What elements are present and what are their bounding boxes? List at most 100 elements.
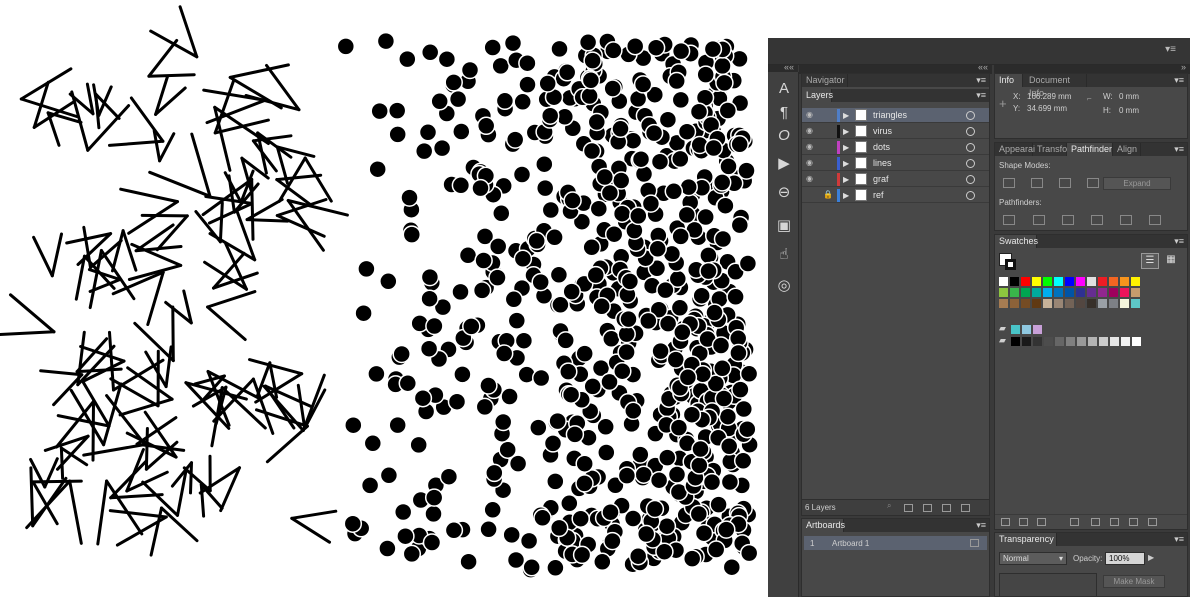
swatch[interactable] [1087, 288, 1096, 297]
grid-view-icon[interactable]: ▦ [1163, 253, 1179, 267]
links-icon[interactable]: ⊖ [773, 182, 795, 204]
swatch-kind-icon[interactable] [1019, 518, 1028, 526]
swatch[interactable] [1087, 299, 1096, 308]
swatch[interactable] [1021, 277, 1030, 286]
swatch[interactable] [1088, 337, 1097, 346]
swatch[interactable] [1010, 277, 1019, 286]
folder-icon[interactable]: ▰ [999, 335, 1006, 346]
swatch[interactable] [1022, 325, 1031, 334]
tab-artboards[interactable]: Artboards [802, 519, 844, 532]
expand-arrow-icon[interactable]: ▶ [843, 109, 849, 122]
swatch[interactable] [1021, 288, 1030, 297]
swatch[interactable] [1098, 277, 1107, 286]
lock-icon[interactable] [823, 110, 832, 119]
layer-row[interactable]: ◉▶graf [802, 172, 989, 187]
eye-icon[interactable]: ◉ [806, 158, 816, 167]
layer-row[interactable]: ◉▶dots [802, 140, 989, 155]
expand-arrow-icon[interactable]: ▶ [843, 125, 849, 138]
artboard-options-icon[interactable] [970, 539, 979, 547]
hand-pointer-icon[interactable]: ☝ [773, 244, 795, 266]
panel-menu-icon[interactable]: ▾≡ [1165, 44, 1176, 55]
trash-icon[interactable] [961, 504, 970, 512]
swatch[interactable] [1131, 299, 1140, 308]
opacity-input[interactable]: 100% [1105, 552, 1145, 565]
opacity-arrow-icon[interactable]: ▶ [1148, 553, 1154, 562]
character-icon[interactable]: A [773, 78, 795, 100]
swatch[interactable] [1055, 337, 1064, 346]
swatch[interactable] [1099, 337, 1108, 346]
eye-icon[interactable]: ◉ [806, 110, 816, 119]
expand-arrow-icon[interactable]: ▶ [843, 173, 849, 186]
lock-icon[interactable] [823, 174, 832, 183]
layer-name[interactable]: virus [873, 124, 892, 139]
swatch[interactable] [1120, 299, 1129, 308]
intersect-icon[interactable] [1059, 178, 1071, 188]
swatch[interactable] [1054, 299, 1063, 308]
stroke-swatch[interactable] [1005, 259, 1016, 270]
layer-row[interactable]: ◉▶lines [802, 156, 989, 171]
play-icon[interactable]: ▶ [773, 153, 795, 175]
swatch[interactable] [1076, 288, 1085, 297]
swatch[interactable] [1098, 299, 1107, 308]
merge-icon[interactable] [1062, 215, 1074, 225]
panel-menu-icon[interactable]: ▾≡ [976, 519, 986, 532]
swatch[interactable] [1054, 288, 1063, 297]
new-color-group-icon[interactable] [1110, 518, 1119, 526]
swatch[interactable] [1033, 337, 1042, 346]
swatch[interactable] [1110, 337, 1119, 346]
layer-row[interactable]: ◉▶virus [802, 124, 989, 139]
opentype-icon[interactable]: O [773, 125, 795, 147]
tab-transform[interactable]: Transfor [1033, 143, 1067, 156]
swatch[interactable] [1032, 277, 1041, 286]
artboard-tool-icon[interactable]: ▣ [773, 215, 795, 237]
lock-icon[interactable] [823, 126, 832, 135]
tab-appearance[interactable]: Appearai [995, 143, 1033, 156]
trim-icon[interactable] [1033, 215, 1045, 225]
paragraph-icon[interactable]: ¶ [773, 102, 795, 124]
tab-info[interactable]: Info [995, 74, 1023, 87]
color-group-icon[interactable] [1091, 518, 1100, 526]
minus-front-icon[interactable] [1031, 178, 1043, 188]
swatch[interactable] [1066, 337, 1075, 346]
swatch[interactable] [1032, 288, 1041, 297]
tab-align[interactable]: Align [1113, 143, 1141, 156]
layer-name[interactable]: lines [873, 156, 892, 171]
layer-name[interactable]: graf [873, 172, 889, 187]
layer-name[interactable]: triangles [873, 108, 907, 123]
exclude-icon[interactable] [1087, 178, 1099, 188]
tab-document-info[interactable]: Document Info [1025, 74, 1087, 87]
panel-menu-icon[interactable]: ▾≡ [1174, 143, 1184, 156]
target-icon[interactable] [966, 127, 975, 136]
swatch[interactable] [1131, 288, 1140, 297]
unite-icon[interactable] [1003, 178, 1015, 188]
swatch[interactable] [1033, 325, 1042, 334]
swatch[interactable] [999, 288, 1008, 297]
swatch[interactable] [1065, 277, 1074, 286]
swatch[interactable] [1120, 288, 1129, 297]
artboard-row[interactable]: 1 Artboard 1 [804, 536, 987, 550]
swatch[interactable] [1120, 277, 1129, 286]
swatch[interactable] [1054, 277, 1063, 286]
folder-icon[interactable]: ▰ [999, 323, 1006, 334]
new-sublayer-icon[interactable] [923, 504, 932, 512]
minus-back-icon[interactable] [1149, 215, 1161, 225]
layer-row[interactable]: ◉ ▶ triangles [802, 108, 989, 123]
swatch[interactable] [1032, 299, 1041, 308]
lock-icon[interactable]: 🔒 [823, 190, 832, 199]
panel-menu-icon[interactable]: ▾≡ [976, 74, 986, 87]
list-view-icon[interactable]: ☰ [1141, 253, 1159, 269]
new-layer-icon[interactable] [942, 504, 951, 512]
swatch[interactable] [1121, 337, 1130, 346]
expand-arrow-icon[interactable]: ▶ [843, 141, 849, 154]
panel-menu-icon[interactable]: ▾≡ [1174, 533, 1184, 546]
eye-icon[interactable] [806, 190, 816, 199]
swatch[interactable] [1076, 277, 1085, 286]
layer-name[interactable]: ref [873, 188, 884, 203]
new-swatch-icon[interactable] [1129, 518, 1138, 526]
swatch[interactable] [1065, 288, 1074, 297]
swatch[interactable] [1044, 337, 1053, 346]
swatch[interactable] [1109, 299, 1118, 308]
locate-object-icon[interactable]: ⌕ [887, 501, 891, 511]
swatch[interactable] [1011, 337, 1020, 346]
crop-icon[interactable] [1091, 215, 1103, 225]
